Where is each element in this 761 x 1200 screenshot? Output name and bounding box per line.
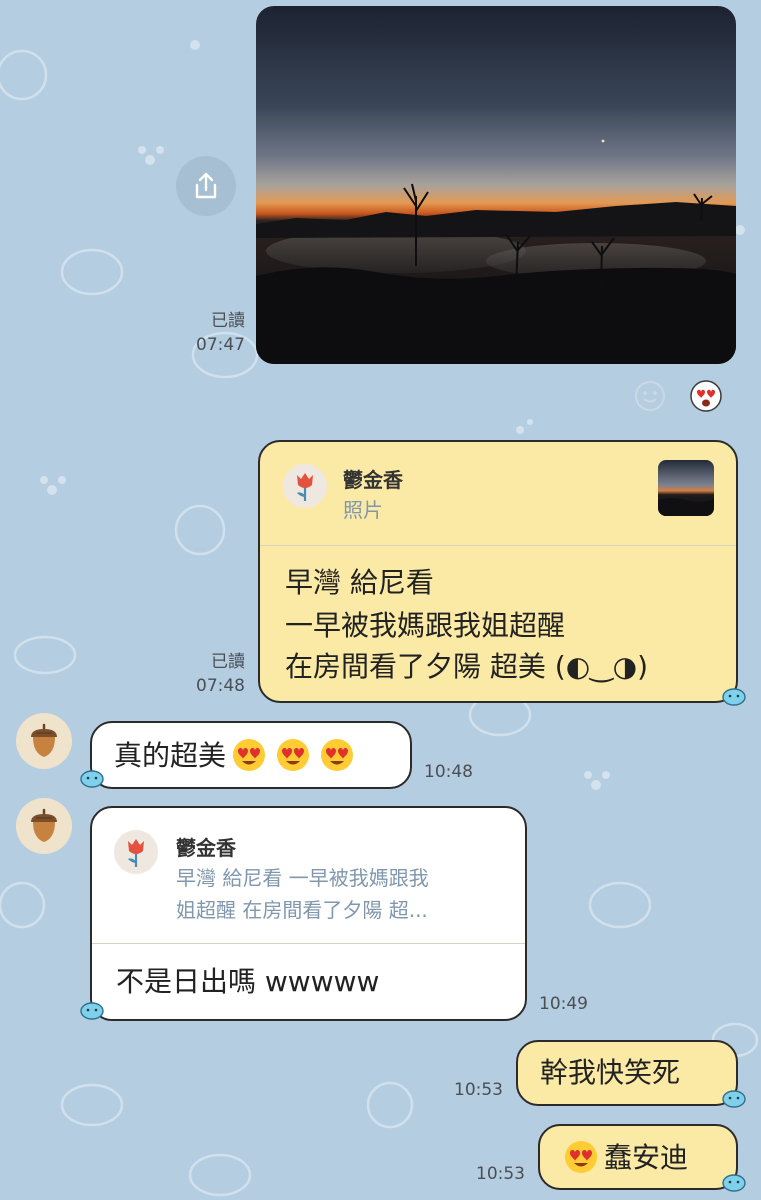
sunset-photo: [256, 6, 736, 364]
sunset-photo-message[interactable]: [256, 6, 736, 364]
message-text: 蠢安迪: [604, 1141, 689, 1174]
outgoing-message-text: 蠢安迪: [564, 1140, 688, 1175]
message-time: 10:53: [454, 1080, 503, 1100]
quote-avatar: [283, 464, 327, 508]
quote-author: 鬱金香: [343, 468, 403, 492]
quote-avatar: [114, 830, 158, 874]
message-time: 10:53: [476, 1164, 525, 1184]
quote-author: 鬱金香: [176, 836, 236, 860]
reply-line-1: 早灣 給尼看: [285, 566, 434, 599]
quote-divider: [92, 943, 525, 944]
message-time: 07:47: [196, 335, 245, 355]
quote-divider: [260, 545, 736, 546]
heart-eyes-emoji-icon: [277, 739, 310, 771]
message-time: 07:48: [196, 676, 245, 696]
thumbnail-image: [658, 460, 714, 516]
quote-preview-line-1: 早灣 給尼看 一早被我媽跟我: [176, 866, 429, 890]
sticker-seal-icon: [80, 1002, 104, 1020]
photo-read-status: 已讀 07:47: [196, 309, 245, 357]
acorn-icon: [31, 808, 57, 842]
reply-line-2: 一早被我媽跟我姐超醒: [285, 609, 566, 642]
sticker-seal-icon: [722, 688, 746, 706]
tulip-icon: [297, 473, 313, 501]
reply-read-status: 已讀 07:48: [196, 650, 245, 698]
read-label: 已讀: [211, 652, 245, 672]
sticker-seal-icon: [722, 1174, 746, 1192]
message-text: 真的超美: [114, 739, 227, 772]
tulip-icon: [128, 839, 144, 867]
heart-eyes-reaction-icon[interactable]: [690, 380, 722, 412]
quote-photo-thumbnail[interactable]: [658, 460, 714, 516]
incoming-reply-text: 不是日出嗎 wwwww: [116, 965, 380, 998]
sticker-seal-icon: [722, 1090, 746, 1108]
message-time: 10:48: [424, 762, 473, 782]
friend-avatar[interactable]: [16, 713, 72, 769]
heart-eyes-emoji-icon: [233, 739, 266, 771]
reply-line-3: 在房間看了夕陽 超美 (◐‿◑): [285, 650, 649, 683]
heart-eyes-emoji-icon: [321, 739, 354, 771]
sticker-seal-icon: [80, 770, 104, 788]
share-icon: [195, 172, 217, 199]
share-button[interactable]: [176, 156, 236, 216]
friend-avatar[interactable]: [16, 798, 72, 854]
message-time: 10:49: [539, 994, 588, 1014]
incoming-message-text: 真的超美: [114, 738, 354, 773]
quote-type: 照片: [343, 498, 383, 522]
heart-eyes-emoji-icon: [565, 1141, 597, 1173]
acorn-icon: [31, 723, 57, 757]
quote-preview-line-2: 姐超醒 在房間看了夕陽 超...: [176, 898, 428, 922]
smile-react-icon[interactable]: [634, 380, 666, 412]
read-label: 已讀: [211, 311, 245, 331]
outgoing-message-text: 幹我快笑死: [540, 1056, 681, 1089]
